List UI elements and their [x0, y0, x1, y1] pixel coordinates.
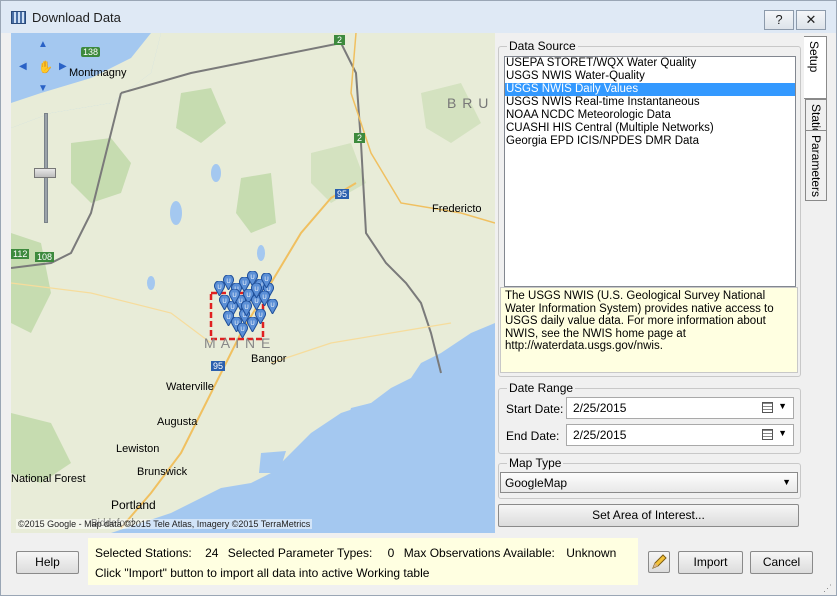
- start-date-value: 2/25/2015: [573, 401, 627, 415]
- pan-down-icon[interactable]: ▼: [38, 83, 48, 94]
- pencil-icon: [652, 554, 667, 569]
- pan-hand-icon[interactable]: ✋: [38, 60, 53, 74]
- chevron-down-icon[interactable]: ▼: [778, 428, 787, 438]
- svg-text:U: U: [217, 285, 221, 291]
- chevron-down-icon: ▼: [782, 477, 791, 487]
- map-label-montmagny: Montmagny: [69, 67, 127, 79]
- map-label-portland: Portland: [111, 498, 156, 512]
- svg-text:U: U: [270, 303, 274, 309]
- map-label-fredericton: Fredericto: [432, 203, 482, 215]
- cancel-button[interactable]: Cancel: [750, 551, 813, 574]
- route-shield-138: 138: [81, 47, 101, 57]
- data-source-item-selected[interactable]: USGS NWIS Daily Values: [505, 83, 795, 96]
- import-button[interactable]: Import: [678, 551, 743, 574]
- edit-pencil-button[interactable]: [648, 551, 670, 573]
- title-bar: Download Data ? ✕: [1, 1, 836, 33]
- tab-parameters[interactable]: Parameters: [805, 130, 827, 201]
- chevron-down-icon[interactable]: ▼: [778, 401, 787, 411]
- calendar-icon[interactable]: [762, 429, 773, 440]
- start-date-label: Start Date:: [506, 402, 564, 416]
- param-types-label: Selected Parameter Types:: [227, 546, 373, 560]
- pan-up-icon[interactable]: ▲: [38, 39, 48, 50]
- tab-setup[interactable]: Setup: [804, 36, 827, 99]
- map-type-legend: Map Type: [507, 456, 564, 470]
- map-label-augusta: Augusta: [157, 416, 198, 428]
- download-data-window: Download Data ? ✕ U U U U U U U U U U U …: [0, 0, 837, 596]
- max-obs-value: Unknown: [566, 546, 617, 560]
- help-button[interactable]: Help: [16, 551, 79, 574]
- map-label-bangor: Bangor: [251, 353, 287, 365]
- param-types-value: 0: [387, 546, 395, 560]
- date-range-legend: Date Range: [507, 381, 576, 395]
- map-label-waterville: Waterville: [166, 381, 214, 393]
- station-pin-icon[interactable]: U: [229, 289, 240, 304]
- end-date-value: 2/25/2015: [573, 428, 627, 442]
- station-pin-icon[interactable]: U: [255, 309, 266, 324]
- start-date-picker[interactable]: 2/25/2015 ▼: [566, 397, 794, 419]
- selected-stations-label: Selected Stations:: [95, 546, 192, 560]
- map-label-brunswick: Brunswick: [137, 466, 188, 478]
- data-source-item[interactable]: USGS NWIS Real-time Instantaneous: [505, 96, 795, 109]
- data-source-description: The USGS NWIS (U.S. Geological Survey Na…: [500, 287, 798, 373]
- data-source-item[interactable]: Georgia EPD ICIS/NPDES DMR Data: [505, 135, 795, 148]
- map-copyright: ©2015 Google - Map data ©2015 Tele Atlas…: [16, 519, 313, 529]
- route-shield-108: 108: [35, 252, 55, 262]
- station-pin-icon[interactable]: U: [261, 273, 272, 288]
- max-obs-label: Max Observations Available:: [403, 546, 555, 560]
- title-help-button[interactable]: ?: [764, 10, 794, 30]
- map-type-select[interactable]: GoogleMap ▼: [500, 472, 798, 493]
- data-source-item[interactable]: NOAA NCDC Meteorologic Data: [505, 109, 795, 122]
- route-shield-2b: 2: [354, 133, 366, 143]
- station-pin-icon[interactable]: U: [267, 299, 278, 314]
- title-close-button[interactable]: ✕: [796, 10, 826, 30]
- svg-text:U: U: [244, 305, 248, 311]
- pan-right-icon[interactable]: ▶: [59, 61, 67, 72]
- end-date-label: End Date:: [506, 429, 560, 443]
- data-source-item[interactable]: USEPA STORET/WQX Water Quality: [505, 57, 795, 70]
- window-title: Download Data: [32, 10, 121, 25]
- svg-text:U: U: [258, 313, 262, 319]
- svg-text:U: U: [240, 327, 244, 333]
- route-shield-112: 112: [11, 249, 30, 259]
- route-shield-2a: 2: [334, 35, 346, 45]
- data-source-item[interactable]: CUASHI HIS Central (Multiple Networks): [505, 122, 795, 135]
- map-type-value: GoogleMap: [505, 476, 568, 490]
- map-label-national-forest: National Forest: [11, 473, 86, 485]
- status-hint: Click "Import" button to import all data…: [95, 566, 430, 580]
- map-label-lewiston: Lewiston: [116, 443, 160, 455]
- route-shield-95b: 95: [211, 361, 226, 371]
- selected-stations-value: 24: [205, 546, 219, 560]
- status-line-1: Selected Stations: 24 Selected Parameter…: [95, 546, 616, 560]
- zoom-slider-thumb[interactable]: [34, 168, 56, 178]
- route-shield-95a: 95: [335, 189, 350, 199]
- resize-grip-icon[interactable]: ⋰: [823, 583, 832, 594]
- svg-text:U: U: [264, 277, 268, 283]
- status-panel: Selected Stations: 24 Selected Parameter…: [88, 538, 638, 585]
- map-label-maine: M A I N E: [204, 335, 272, 351]
- set-area-button[interactable]: Set Area of Interest...: [498, 504, 799, 527]
- data-source-legend: Data Source: [507, 39, 578, 53]
- tab-setup-label: Setup: [807, 41, 821, 73]
- svg-text:U: U: [232, 293, 236, 299]
- data-source-item[interactable]: USGS NWIS Water-Quality: [505, 70, 795, 83]
- svg-text:U: U: [254, 287, 258, 293]
- map-view[interactable]: UUUUUUUUUUUUUUUUUUUUUUUU Montmagny B R U…: [11, 33, 495, 533]
- pan-left-icon[interactable]: ◀: [19, 61, 27, 72]
- app-icon: [11, 11, 26, 24]
- station-pin-icon[interactable]: U: [241, 301, 252, 316]
- data-source-list[interactable]: USEPA STORET/WQX Water Quality USGS NWIS…: [504, 56, 796, 287]
- map-label-bru: B R U: [447, 95, 490, 111]
- end-date-picker[interactable]: 2/25/2015 ▼: [566, 424, 794, 446]
- calendar-icon[interactable]: [762, 402, 773, 413]
- tab-parameters-label: Parameters: [809, 135, 823, 198]
